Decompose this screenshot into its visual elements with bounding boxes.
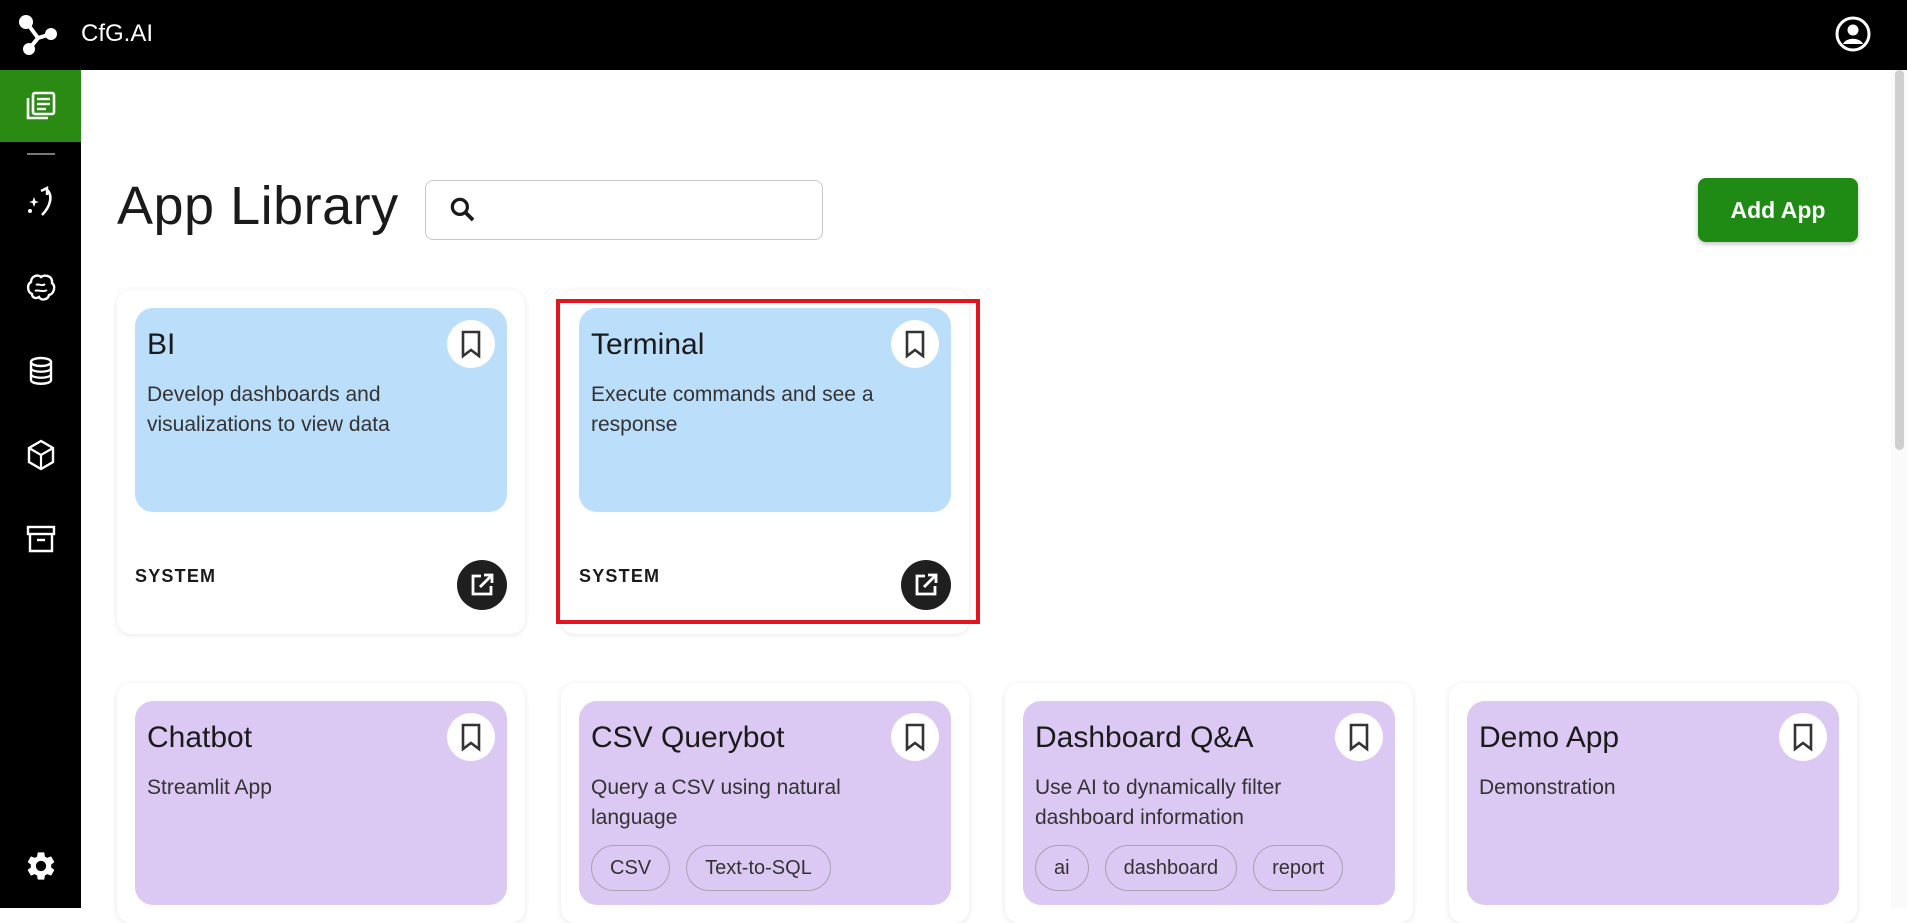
search-box[interactable] xyxy=(425,180,823,240)
app-card-bi[interactable]: BI Develop dashboards and visualizations… xyxy=(117,290,525,634)
bookmark-icon xyxy=(461,330,481,359)
bookmark-icon xyxy=(1349,723,1369,752)
top-bar: CfG.AI xyxy=(0,0,1907,70)
app-card-header[interactable]: CSV Querybot Query a CSV using natural l… xyxy=(579,701,951,905)
app-description: Use AI to dynamically filter dashboard i… xyxy=(1035,776,1282,829)
app-card-header[interactable]: Dashboard Q&A Use AI to dynamically filt… xyxy=(1023,701,1395,905)
bookmark-icon xyxy=(461,723,481,752)
sparkle-arrow-icon xyxy=(27,186,52,216)
app-card-csv-querybot[interactable]: CSV Querybot Query a CSV using natural l… xyxy=(561,683,969,923)
app-card-chatbot[interactable]: Chatbot Streamlit App xyxy=(117,683,525,923)
app-card-header[interactable]: Demo App Demonstration xyxy=(1467,701,1839,905)
bookmark-button[interactable] xyxy=(1779,713,1827,761)
app-description: Query a CSV using natural language xyxy=(591,776,841,829)
app-name: BI xyxy=(147,328,176,361)
tag-chip[interactable]: ai xyxy=(1035,845,1089,891)
selection-highlight xyxy=(556,299,980,624)
sidebar xyxy=(0,70,81,908)
app-description: Streamlit App xyxy=(147,776,272,799)
bookmark-button[interactable] xyxy=(447,713,495,761)
app-name: Demo App xyxy=(1479,721,1620,754)
account-icon[interactable] xyxy=(1835,16,1871,52)
tag-chip[interactable]: CSV xyxy=(591,845,671,891)
cube-icon xyxy=(27,439,54,471)
bookmark-button[interactable] xyxy=(891,713,939,761)
app-card-header[interactable]: Chatbot Streamlit App xyxy=(135,701,507,905)
app-card-demo-app[interactable]: Demo App Demonstration xyxy=(1449,683,1857,923)
tag-list: CSV Text-to-SQL xyxy=(591,845,831,891)
app-name: Chatbot xyxy=(147,721,253,754)
app-owner: SYSTEM xyxy=(135,566,217,586)
open-in-new-icon xyxy=(471,573,494,596)
sidebar-item-models[interactable] xyxy=(0,251,81,323)
sidebar-item-storage[interactable] xyxy=(0,503,81,575)
app-card-dashboard-qa[interactable]: Dashboard Q&A Use AI to dynamically filt… xyxy=(1005,683,1413,923)
tag-chip[interactable]: dashboard xyxy=(1104,845,1238,891)
scrollbar-thumb[interactable] xyxy=(1895,70,1904,450)
sidebar-item-databases[interactable] xyxy=(0,335,81,407)
page-title: App Library xyxy=(117,176,399,236)
search-input[interactable] xyxy=(488,190,808,230)
sidebar-item-settings[interactable] xyxy=(0,836,81,896)
app-description: Demonstration xyxy=(1479,776,1616,799)
search-icon xyxy=(450,197,475,222)
sidebar-item-library[interactable] xyxy=(0,70,81,142)
sidebar-item-vectors[interactable] xyxy=(0,419,81,491)
brain-icon xyxy=(26,274,55,301)
app-card-header[interactable]: BI Develop dashboards and visualizations… xyxy=(135,308,507,512)
database-icon xyxy=(29,356,52,385)
logo-icon[interactable] xyxy=(18,14,58,56)
bookmark-button[interactable] xyxy=(447,320,495,368)
tag-chip[interactable]: report xyxy=(1253,845,1344,891)
archive-icon xyxy=(26,525,55,553)
open-app-button[interactable] xyxy=(457,560,507,610)
tag-list: ai dashboard report xyxy=(1035,845,1344,891)
sidebar-item-prompts[interactable] xyxy=(0,166,81,238)
gear-icon xyxy=(27,852,54,880)
app-name: Dashboard Q&A xyxy=(1035,721,1254,754)
add-app-button[interactable]: Add App xyxy=(1698,178,1858,242)
bookmark-icon xyxy=(905,723,925,752)
bookmark-icon xyxy=(1793,723,1813,752)
tag-chip[interactable]: Text-to-SQL xyxy=(686,845,831,891)
app-name: CSV Querybot xyxy=(591,721,785,754)
bookmark-button[interactable] xyxy=(1335,713,1383,761)
app-description: Develop dashboards and visualizations to… xyxy=(147,383,390,436)
app-title: CfG.AI xyxy=(81,20,154,47)
library-icon xyxy=(26,91,55,120)
sidebar-divider xyxy=(27,153,55,155)
